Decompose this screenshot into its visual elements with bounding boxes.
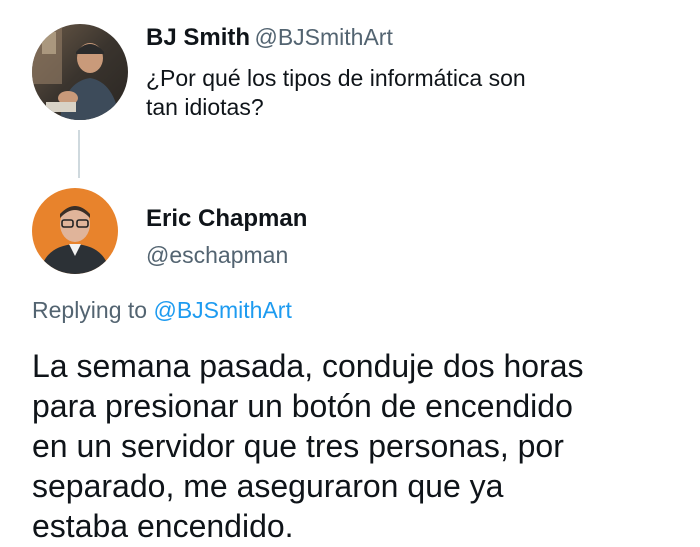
original-text-line: ¿Por qué los tipos de informática son (146, 65, 526, 91)
original-tweet-text: ¿Por qué los tipos de informática son ta… (146, 64, 526, 122)
eric-chapman-avatar[interactable] (32, 188, 118, 274)
original-handle[interactable]: @BJSmithArt (254, 24, 392, 50)
reply-text-line: para presionar un botón de encendido (32, 388, 573, 424)
original-author-row: BJ Smith @BJSmithArt (146, 24, 393, 52)
reply-text-line: en un servidor que tres personas, por (32, 428, 564, 464)
original-text-line: tan idiotas? (146, 94, 264, 120)
bj-smith-avatar[interactable] (32, 24, 128, 120)
avatar-photo-icon (32, 24, 128, 120)
thread-connector-line (78, 130, 80, 178)
reply-text-line: estaba encendido. (32, 508, 294, 544)
reply-text-line: separado, me aseguraron que ya (32, 468, 504, 504)
original-tweet: BJ Smith @BJSmithArt ¿Por qué los tipos … (0, 0, 700, 150)
replying-to-line: Replying to @BJSmithArt (32, 297, 292, 324)
reply-display-name[interactable]: Eric Chapman (146, 205, 307, 233)
avatar-photo-icon (32, 188, 118, 274)
original-display-name[interactable]: BJ Smith (146, 24, 250, 51)
replying-to-prefix: Replying to (32, 297, 148, 323)
reply-handle[interactable]: @eschapman (146, 242, 288, 269)
replying-to-mention-link[interactable]: @BJSmithArt (153, 297, 291, 323)
reply-tweet-text: La semana pasada, conduje dos horas para… (32, 346, 692, 546)
reply-text-line: La semana pasada, conduje dos horas (32, 348, 584, 384)
